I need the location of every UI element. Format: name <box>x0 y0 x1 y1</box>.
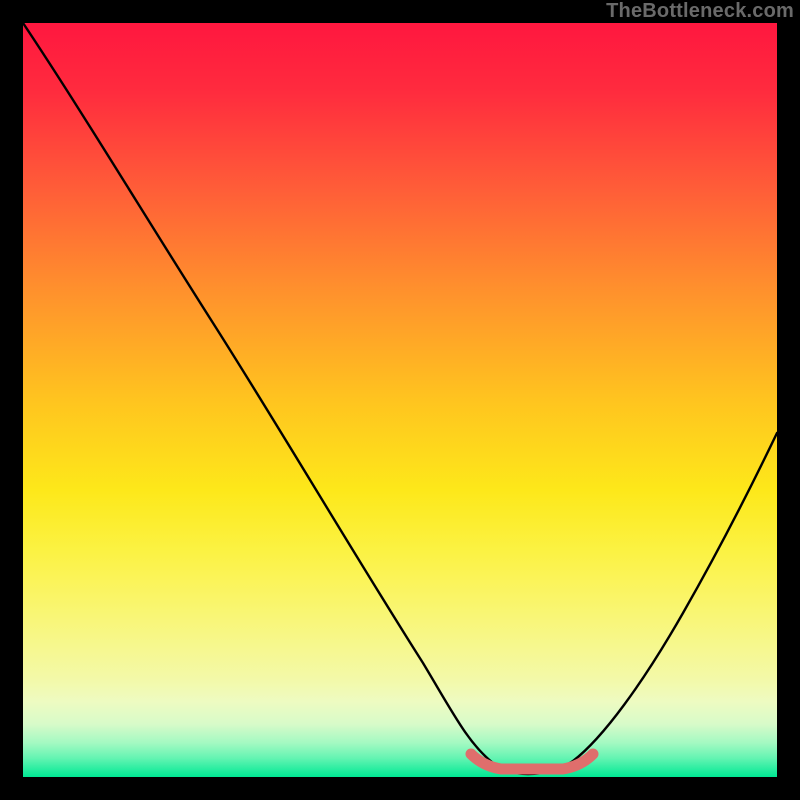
chart-svg <box>23 23 777 777</box>
optimal-range-marker-path <box>471 754 593 769</box>
bottleneck-curve-path <box>23 23 777 774</box>
chart-frame: TheBottleneck.com <box>0 0 800 800</box>
chart-plot-area <box>23 23 777 777</box>
watermark-text: TheBottleneck.com <box>606 0 794 23</box>
